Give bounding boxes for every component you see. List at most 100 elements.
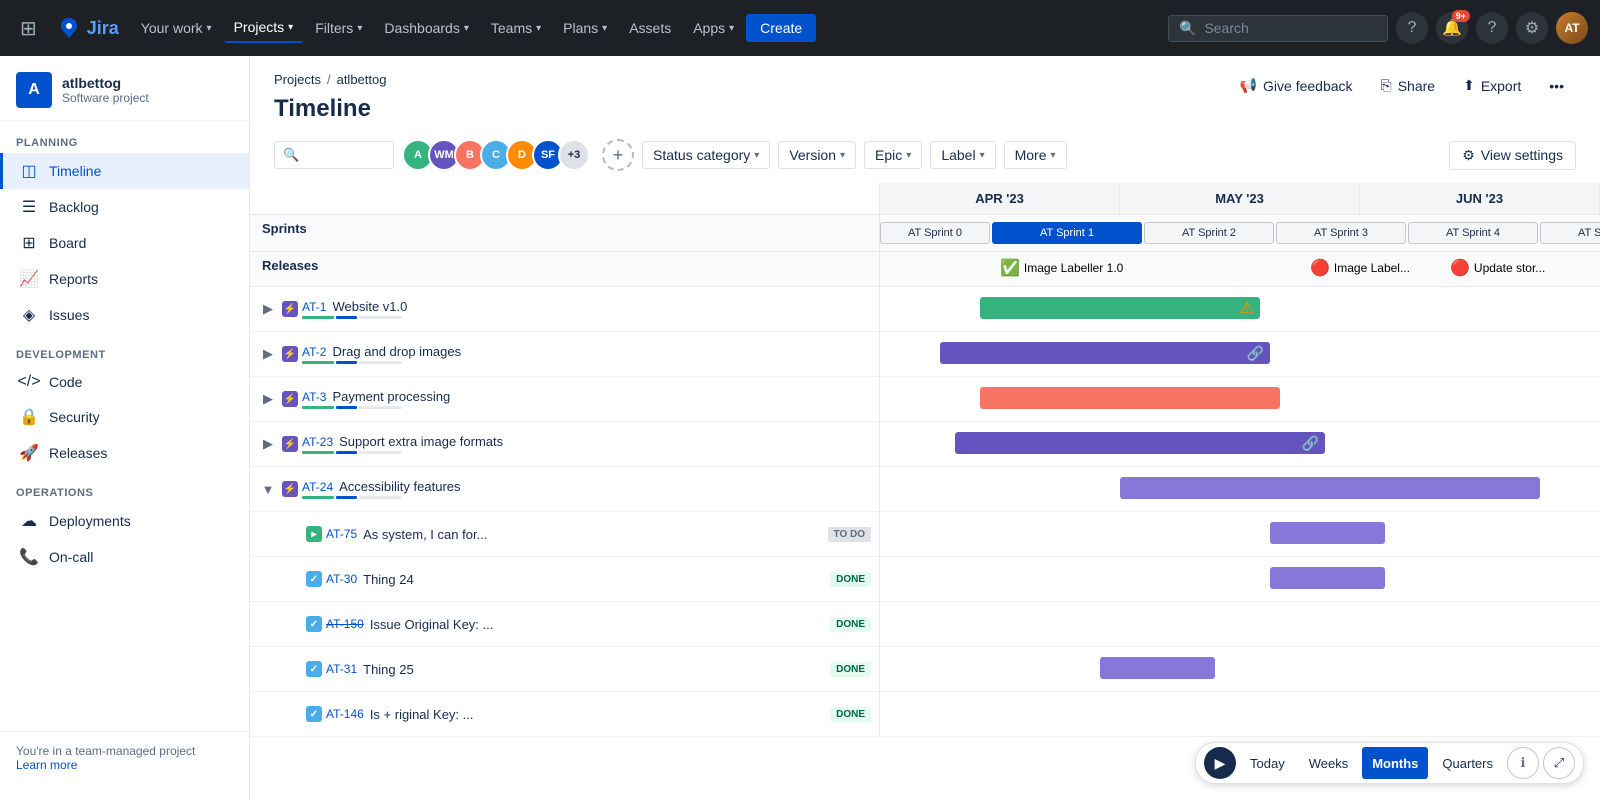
task-icon: ✓ [306, 571, 322, 587]
help-button[interactable]: ? [1476, 12, 1508, 44]
months-button[interactable]: Months [1362, 747, 1428, 779]
expand-icon[interactable]: ▶ [258, 346, 278, 362]
sprint-4[interactable]: AT Sprint 4 [1408, 222, 1538, 244]
jira-logo[interactable]: Jira [49, 16, 127, 40]
issue-key[interactable]: AT-2 [302, 345, 326, 359]
oncall-icon: 📞 [19, 547, 39, 567]
expand-icon[interactable]: ▼ [258, 482, 278, 497]
gantt-bar[interactable] [980, 387, 1280, 409]
gantt-cell [880, 512, 1600, 556]
sidebar-item-code[interactable]: </> Code [0, 365, 249, 399]
sprint-5[interactable]: AT Sprint 5 [1540, 222, 1600, 244]
expand-icon[interactable]: ▶ [258, 391, 278, 407]
status-category-filter[interactable]: Status category ▾ [642, 141, 770, 169]
sprint-3[interactable]: AT Sprint 3 [1276, 222, 1406, 244]
epic-filter[interactable]: Epic ▾ [864, 141, 922, 169]
sidebar-item-timeline[interactable]: ◫ Timeline [0, 153, 249, 189]
gantt-bar[interactable]: 🔗 [955, 432, 1325, 454]
user-avatar[interactable]: AT [1556, 12, 1588, 44]
table-row: ▶ ✓ AT-146 Is + riginal Key: ... DONE [250, 692, 1600, 737]
toolbar-left: 🔍 A WM B C D SF +3 + Status category ▾ [274, 139, 1067, 171]
export-button[interactable]: ⬆ Export [1451, 72, 1533, 99]
nav-apps[interactable]: Apps▾ [683, 14, 744, 42]
sidebar-item-reports[interactable]: 📈 Reports [0, 261, 249, 297]
sidebar-item-deployments[interactable]: ☁ Deployments [0, 503, 249, 539]
notifications-button[interactable]: 🔔9+ [1436, 12, 1468, 44]
sprint-0[interactable]: AT Sprint 0 [880, 222, 990, 244]
sprint-1[interactable]: AT Sprint 1 [992, 222, 1142, 244]
timeline-container[interactable]: APR '23 MAY '23 JUN '23 Sprints AT Sprin… [250, 183, 1600, 800]
release-2[interactable]: 🔴 Image Label... [1310, 258, 1410, 278]
issue-key[interactable]: AT-146 [326, 707, 364, 721]
chevron-down-icon: ▾ [906, 150, 911, 161]
sidebar-item-label: Backlog [49, 199, 99, 215]
warning-icon: 🔴 [1310, 258, 1330, 278]
gantt-bar[interactable]: 🔗 [940, 342, 1270, 364]
issue-key[interactable]: AT-31 [326, 662, 357, 676]
release-1[interactable]: ✅ Image Labeller 1.0 [1000, 258, 1123, 278]
version-filter[interactable]: Version ▾ [778, 141, 856, 169]
page-header: Projects / atlbettog Timeline 📢 Give fee… [250, 56, 1600, 131]
nav-filters[interactable]: Filters▾ [305, 14, 372, 42]
table-row: ▶ ✓ AT-31 Thing 25 DONE [250, 647, 1600, 692]
search-input[interactable] [1204, 20, 1364, 36]
sidebar-item-security[interactable]: 🔒 Security [0, 399, 249, 435]
gantt-bar[interactable]: ⚠ [980, 297, 1260, 319]
nav-dashboards[interactable]: Dashboards▾ [374, 14, 479, 42]
nav-plans[interactable]: Plans▾ [553, 14, 617, 42]
issue-key[interactable]: AT-3 [302, 390, 326, 404]
project-header[interactable]: A atlbettog Software project [0, 56, 249, 121]
label-filter[interactable]: Label ▾ [930, 141, 995, 169]
page-title: Timeline [274, 95, 386, 123]
sidebar-item-backlog[interactable]: ☰ Backlog [0, 189, 249, 225]
breadcrumb-projects[interactable]: Projects [274, 72, 321, 87]
issue-key[interactable]: AT-1 [302, 300, 326, 314]
timeline-prev-button[interactable]: ▶ [1204, 747, 1236, 779]
toolbar-search[interactable]: 🔍 [274, 141, 394, 169]
issue-name: Thing 25 [363, 662, 824, 677]
search-box[interactable]: 🔍 [1168, 15, 1388, 42]
info-button[interactable]: ℹ [1507, 747, 1539, 779]
more-filter[interactable]: More ▾ [1004, 141, 1067, 169]
view-settings-button[interactable]: ⚙ View settings [1449, 141, 1576, 170]
learn-more-link[interactable]: Learn more [16, 758, 77, 772]
sidebar-item-board[interactable]: ⊞ Board [0, 225, 249, 261]
issue-key[interactable]: AT-75 [326, 527, 357, 541]
gantt-bar[interactable] [1100, 657, 1215, 679]
more-options-button[interactable]: ••• [1537, 73, 1576, 99]
avatar-more[interactable]: +3 [558, 139, 590, 171]
gantt-bar[interactable] [1270, 522, 1385, 544]
add-member-button[interactable]: + [602, 139, 634, 171]
gantt-bar[interactable] [1270, 567, 1385, 589]
help-circle-button[interactable]: ? [1396, 12, 1428, 44]
fullscreen-button[interactable]: ⤢ [1543, 747, 1575, 779]
grid-icon[interactable]: ⊞ [12, 8, 45, 49]
issue-key[interactable]: AT-30 [326, 572, 357, 586]
expand-icon[interactable]: ▶ [258, 301, 278, 317]
nav-your-work[interactable]: Your work▾ [131, 14, 222, 42]
quarters-button[interactable]: Quarters [1432, 747, 1503, 779]
sidebar-item-issues[interactable]: ◈ Issues [0, 297, 249, 333]
releases-label: Releases [250, 252, 880, 286]
nav-projects[interactable]: Projects▾ [224, 13, 304, 43]
issue-key[interactable]: AT-24 [302, 480, 333, 494]
share-button[interactable]: ⎘ Share [1369, 72, 1448, 99]
status-badge: DONE [830, 617, 871, 632]
issue-key[interactable]: AT-23 [302, 435, 333, 449]
give-feedback-button[interactable]: 📢 Give feedback [1228, 72, 1365, 99]
nav-teams[interactable]: Teams▾ [481, 14, 551, 42]
issue-key[interactable]: AT-150 [326, 617, 364, 631]
settings-button[interactable]: ⚙ [1516, 12, 1548, 44]
breadcrumb-project[interactable]: atlbettog [337, 72, 387, 87]
sidebar-item-releases[interactable]: 🚀 Releases [0, 435, 249, 471]
release-3[interactable]: 🔴 Update stor... [1450, 258, 1545, 278]
create-button[interactable]: Create [746, 14, 816, 42]
gantt-bar[interactable] [1120, 477, 1540, 499]
expand-icon[interactable]: ▶ [258, 436, 278, 452]
today-button[interactable]: Today [1240, 747, 1295, 779]
sprint-2[interactable]: AT Sprint 2 [1144, 222, 1274, 244]
sidebar-item-oncall[interactable]: 📞 On-call [0, 539, 249, 575]
weeks-button[interactable]: Weeks [1299, 747, 1359, 779]
nav-assets[interactable]: Assets [619, 14, 681, 42]
month-jun: JUN '23 [1360, 183, 1600, 214]
